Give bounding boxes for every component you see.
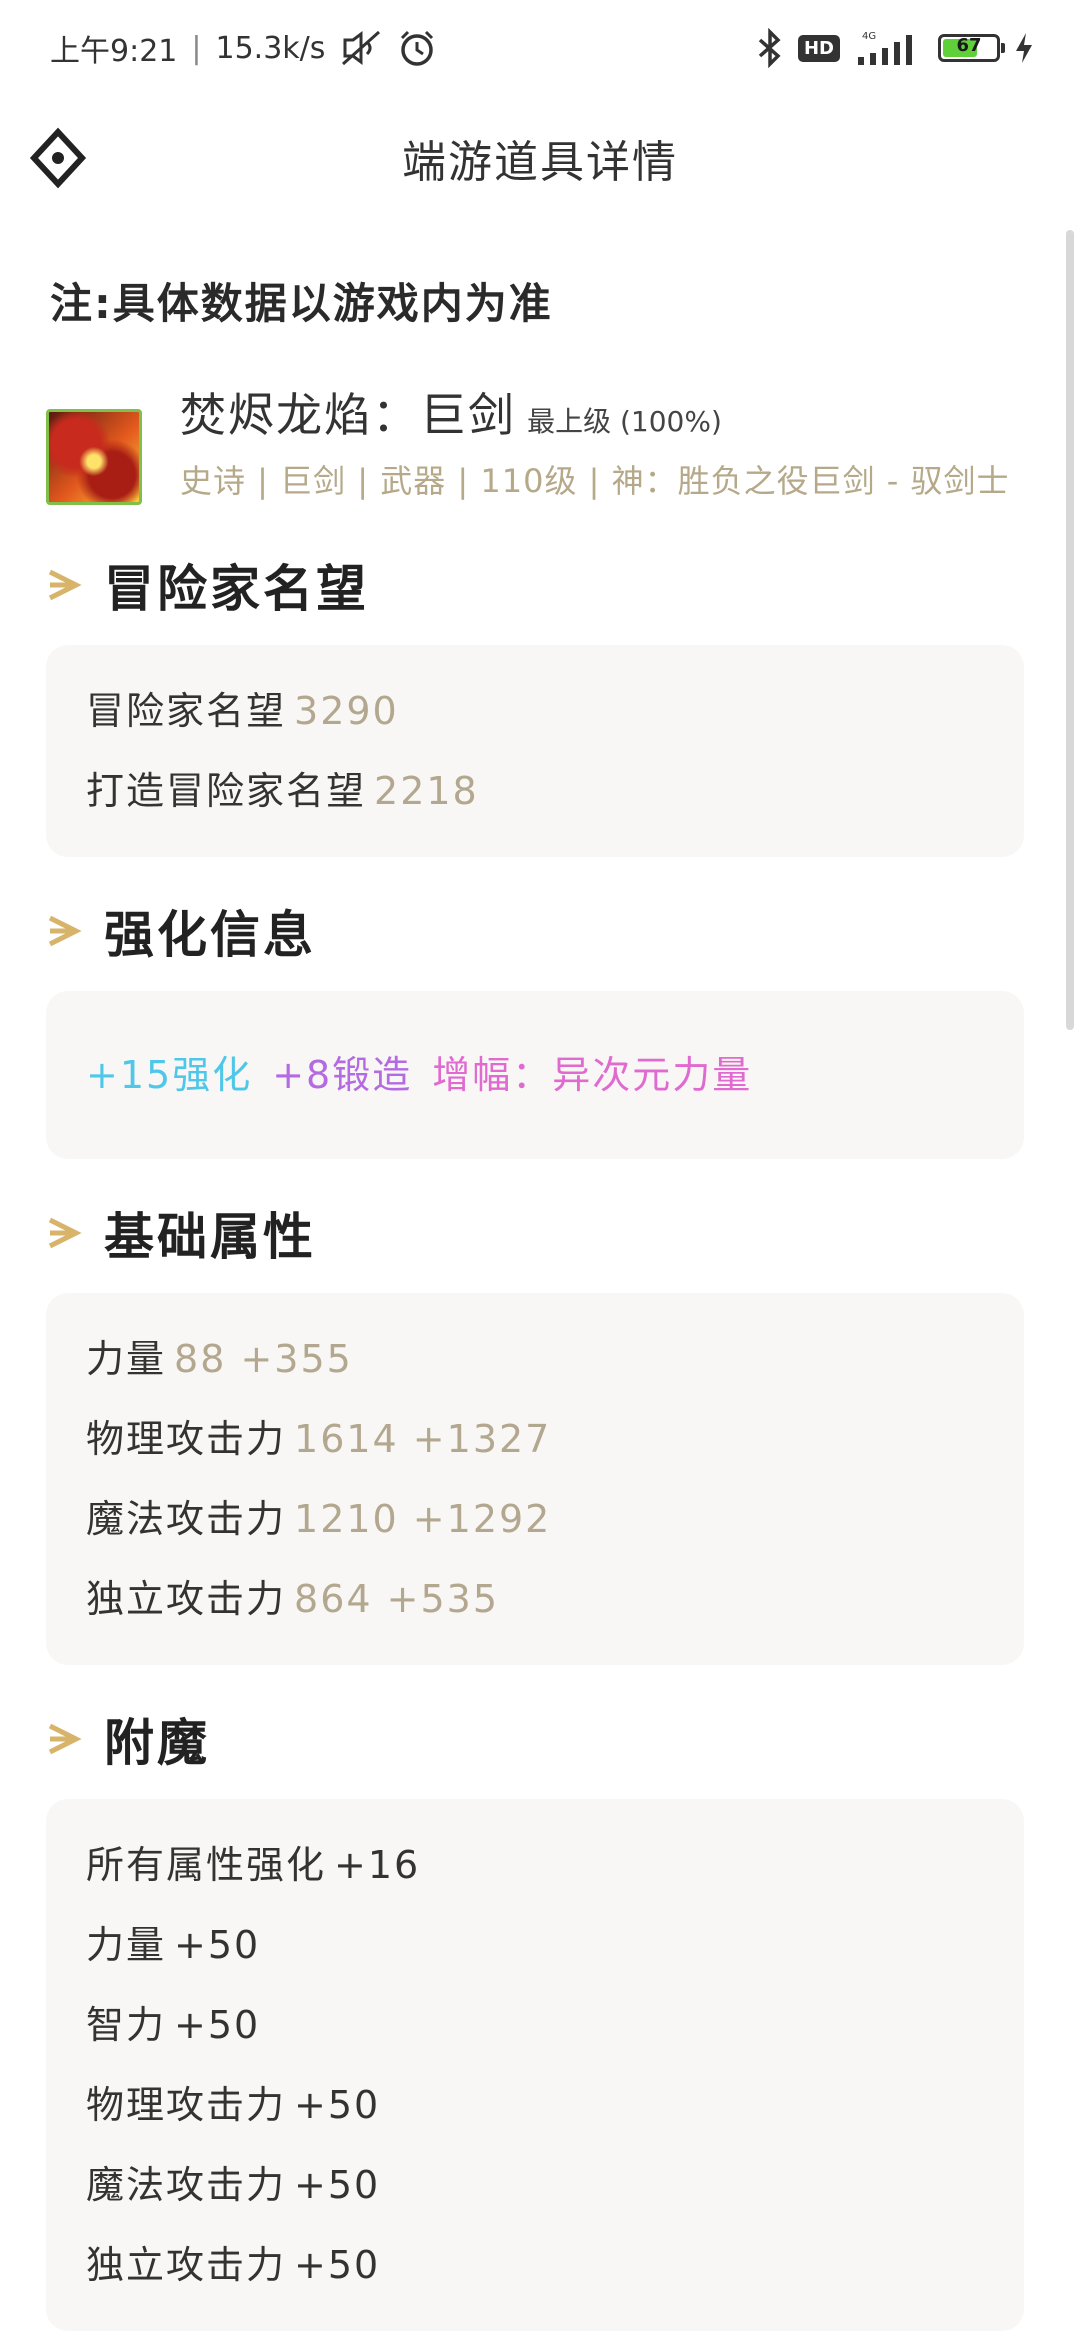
stat-label: 魔法攻击力 [86,1497,287,1541]
attribute-row: 独立攻击力 864 +535 [86,1559,984,1639]
stat-value: 3290 [294,689,399,733]
reputation-card: 冒险家名望 3290 打造冒险家名望 2218 [46,645,1024,857]
section-title-enhance: 强化信息 [46,895,1026,967]
section-title-text: 冒险家名望 [104,560,369,618]
stat-label: 独立攻击力 [86,1577,287,1621]
section-title-reputation: 冒险家名望 [46,549,1026,621]
battery-icon: 67 [938,34,1005,62]
status-bar: 上午9:21 | 15.3k/s HD 4G 67 [0,0,1080,96]
stat-value: 88 +355 [174,1337,353,1381]
status-separator: | [191,30,202,66]
stat-label: 力量 [86,1337,167,1381]
section-arrow-icon [48,1723,82,1755]
stat-value: 1210 +1292 [294,1497,552,1541]
section-title-text: 附魔 [104,1714,210,1772]
section-arrow-icon [48,1217,82,1249]
data-disclaimer: 注:具体数据以游戏内为准 [50,279,553,328]
enchant-row: 力量 +50 [86,1905,984,1985]
stat-value: +50 [294,2243,381,2287]
stat-value: +16 [334,1843,421,1887]
status-left: 上午9:21 | 15.3k/s [50,26,437,70]
stat-label: 所有属性强化 [86,1843,327,1887]
enchant-card: 所有属性强化 +16 力量 +50 智力 +50 物理攻击力 +50 魔法攻击力 +50 … [46,1799,1024,2331]
reputation-row: 打造冒险家名望 2218 [86,751,984,831]
enhance-line: +15强化 +8锻造 增幅：异次元力量 [86,1017,984,1133]
item-title-line: 焚烬龙焰：巨剑 最上级 (100%) [180,379,1020,445]
item-header: 焚烬龙焰：巨剑 最上级 (100%) 史诗 | 巨剑 | 武器 | 110级 |… [46,379,1026,511]
item-info: 焚烬龙焰：巨剑 最上级 (100%) 史诗 | 巨剑 | 武器 | 110级 |… [180,379,1020,511]
section-title-text: 基础属性 [104,1208,316,1266]
attribute-row: 魔法攻击力 1210 +1292 [86,1479,984,1559]
enchant-row: 魔法攻击力 +50 [86,2145,984,2225]
section-title-base: 基础属性 [46,1197,1026,1269]
app-header: 端游道具详情 [0,96,1080,220]
stat-label: 魔法攻击力 [86,2163,287,2207]
stat-label: 独立攻击力 [86,2243,287,2287]
status-time: 上午9:21 [50,34,178,69]
alarm-icon [401,30,434,66]
stat-value: +50 [294,2163,381,2207]
stat-label: 智力 [86,2003,167,2047]
item-name: 焚烬龙焰：巨剑 [180,388,516,442]
amplify-info: 增幅：异次元力量 [432,1053,753,1097]
stat-label: 物理攻击力 [86,1417,287,1461]
charging-icon [1016,33,1032,63]
stat-value: 1614 +1327 [294,1417,552,1461]
enchant-row: 智力 +50 [86,1985,984,2065]
enchant-row: 独立攻击力 +50 [86,2225,984,2305]
enhance-card: +15强化 +8锻造 增幅：异次元力量 [46,991,1024,1159]
battery-percent: 67 [956,35,982,56]
stat-label: 力量 [86,1923,167,1967]
signal-icon: 4G [858,31,912,65]
main-content: 注:具体数据以游戏内为准 焚烬龙焰：巨剑 最上级 (100%) 史诗 | 巨剑 … [46,250,1026,2331]
hd-badge: HD [797,34,840,62]
section-arrow-icon [48,915,82,947]
network-type-label: 4G [862,31,876,42]
reinforce-level: +15强化 [86,1053,253,1097]
enchant-row: 物理攻击力 +50 [86,2065,984,2145]
attribute-row: 力量 88 +355 [86,1319,984,1399]
back-icon[interactable] [28,126,92,190]
stat-label: 冒险家名望 [86,689,287,733]
stat-value: +50 [174,1923,261,1967]
stat-label: 物理攻击力 [86,2083,287,2127]
bluetooth-icon [758,28,781,68]
network-speed: 15.3k/s [215,30,326,66]
item-meta: 史诗 | 巨剑 | 武器 | 110级 | 神：胜负之役巨剑 - 驭剑士 [180,462,1010,500]
scrollbar[interactable] [1066,230,1074,1030]
stat-value: +50 [294,2083,381,2127]
item-grade: 最上级 (100%) [527,405,722,438]
status-right: HD 4G 67 [756,28,1034,68]
section-title-text: 强化信息 [104,906,316,964]
base-attributes-card: 力量 88 +355 物理攻击力 1614 +1327 魔法攻击力 1210 +129… [46,1293,1024,1665]
stat-label: 打造冒险家名望 [86,769,367,813]
forge-level: +8锻造 [272,1053,413,1097]
attribute-row: 物理攻击力 1614 +1327 [86,1399,984,1479]
enchant-row: 所有属性强化 +16 [86,1825,984,1905]
section-title-enchant: 附魔 [46,1703,1026,1775]
page-title: 端游道具详情 [402,137,678,188]
mute-icon [342,30,381,66]
section-arrow-icon [48,569,82,601]
reputation-row: 冒险家名望 3290 [86,671,984,751]
stat-value: 2218 [374,769,479,813]
stat-value: 864 +535 [294,1577,499,1621]
item-icon [46,409,142,505]
stat-value: +50 [174,2003,261,2047]
